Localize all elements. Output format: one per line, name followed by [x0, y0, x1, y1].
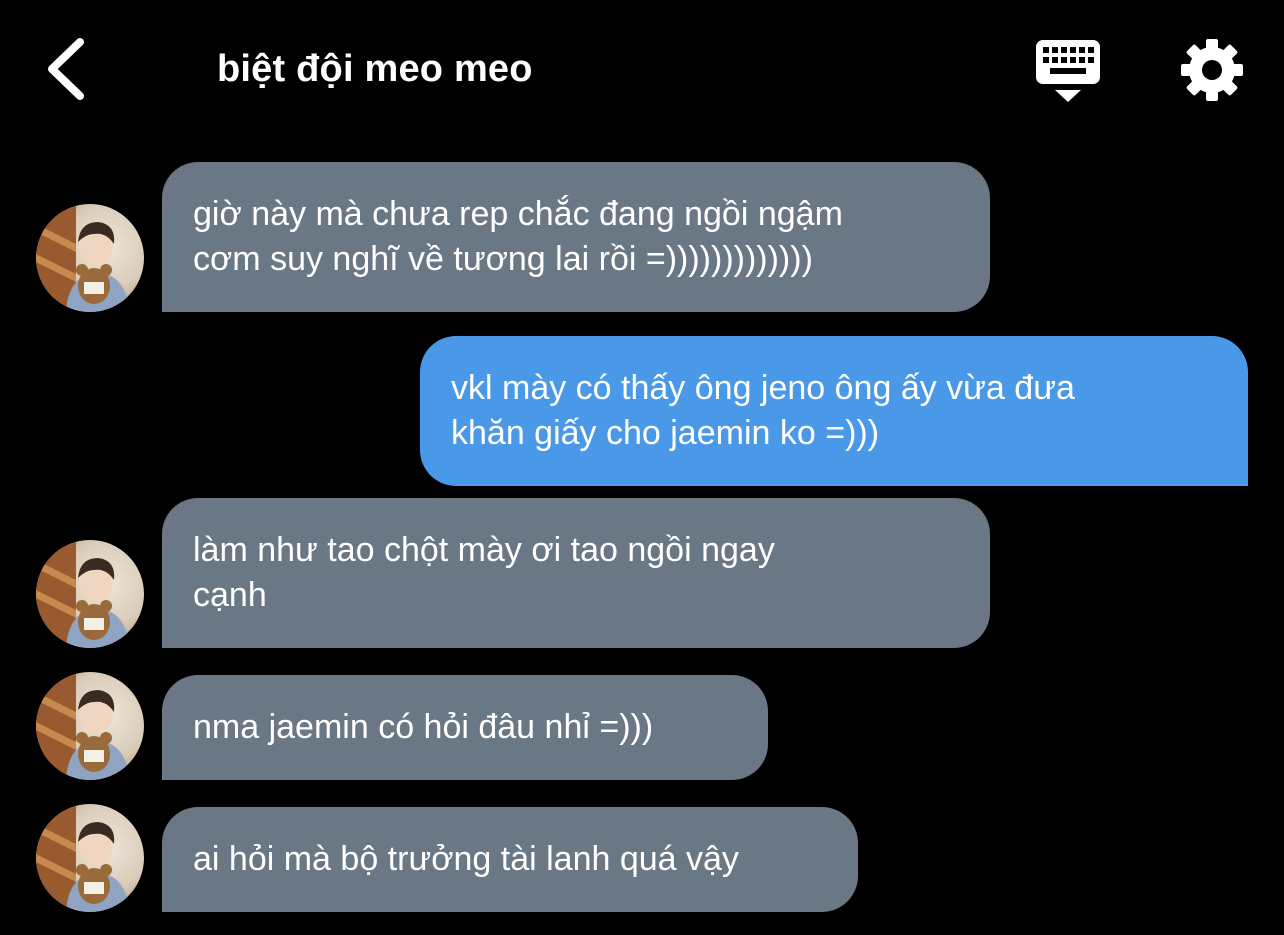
avatar-photo [36, 804, 130, 912]
message-text-line: cạnh [193, 576, 267, 614]
sender-avatar[interactable] [36, 672, 144, 780]
sender-avatar[interactable] [36, 204, 144, 312]
message-text-line: cơm suy nghĩ về tương lai rồi =)))))))))… [193, 240, 813, 278]
sender-avatar[interactable] [36, 540, 144, 648]
message-text-line: giờ này mà chưa rep chắc đang ngồi ngậm [193, 195, 843, 233]
message-bubble-incoming[interactable]: ai hỏi mà bộ trưởng tài lanh quá vậy [162, 807, 858, 912]
message-bubble-outgoing[interactable]: vkl mày có thấy ông jeno ông ấy vừa đưa … [420, 336, 1248, 486]
message-bubble-incoming[interactable]: giờ này mà chưa rep chắc đang ngồi ngậm … [162, 162, 990, 312]
settings-button[interactable] [1176, 34, 1248, 106]
back-button[interactable] [40, 34, 96, 104]
message-text-line: nma jaemin có hỏi đâu nhỉ =))) [193, 708, 654, 746]
message-bubble-incoming[interactable]: nma jaemin có hỏi đâu nhỉ =))) [162, 675, 768, 780]
chat-title: biệt đội meo meo [217, 48, 533, 90]
message-text-line: ai hỏi mà bộ trưởng tài lanh quá vậy [193, 840, 739, 878]
keyboard-dismiss-button[interactable] [1030, 36, 1106, 106]
message-bubble-incoming[interactable]: làm như tao chột mày ơi tao ngồi ngay cạ… [162, 498, 990, 648]
message-text-line: làm như tao chột mày ơi tao ngồi ngay [193, 531, 775, 569]
message-text-line: vkl mày có thấy ông jeno ông ấy vừa đưa [451, 369, 1075, 407]
sender-avatar[interactable] [36, 804, 144, 912]
keyboard-dismiss-icon [1036, 40, 1100, 102]
avatar-photo [36, 672, 130, 780]
avatar-photo [36, 540, 130, 648]
chevron-left-icon [48, 38, 84, 100]
avatar-photo [36, 204, 130, 312]
message-text-line: khăn giấy cho jaemin ko =))) [451, 414, 880, 452]
chat-header: biệt đội meo meo [0, 0, 1284, 140]
gear-icon [1181, 39, 1243, 101]
